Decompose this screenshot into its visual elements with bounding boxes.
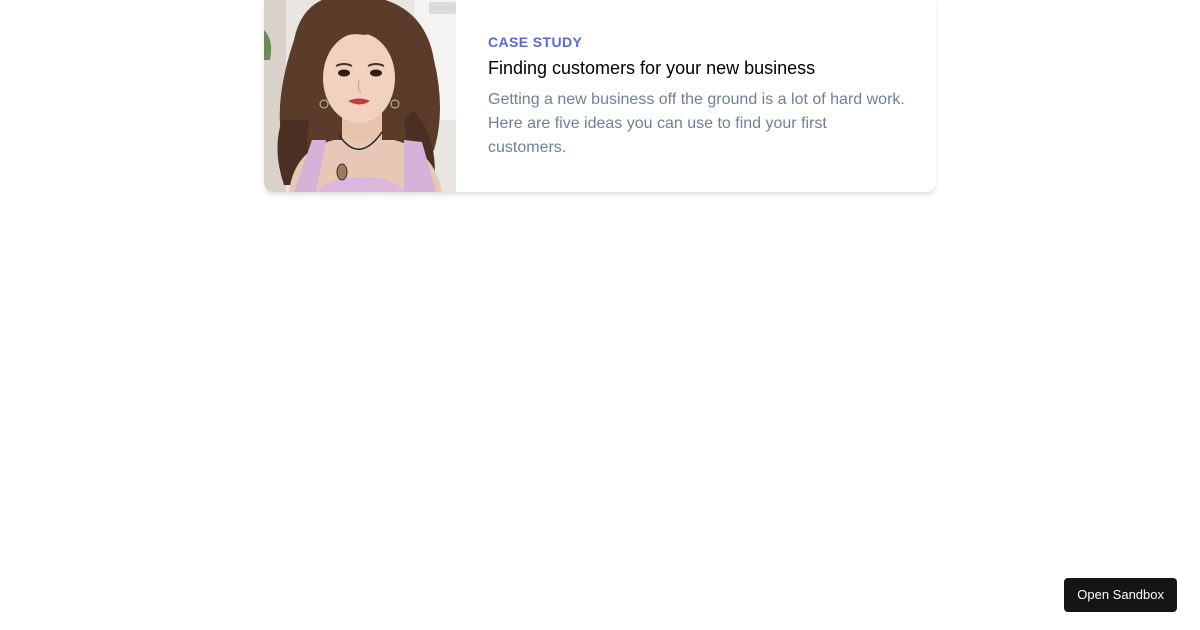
card-photo — [264, 0, 456, 192]
portrait-image — [264, 0, 456, 192]
case-study-card[interactable]: Case Study Finding customers for your ne… — [264, 0, 936, 192]
card-title[interactable]: Finding customers for your new business — [488, 56, 908, 80]
open-sandbox-button[interactable]: Open Sandbox — [1064, 578, 1177, 612]
card-eyebrow: Case Study — [488, 34, 583, 50]
card-description: Getting a new business off the ground is… — [488, 91, 905, 156]
card-content: Case Study Finding customers for your ne… — [456, 0, 936, 192]
